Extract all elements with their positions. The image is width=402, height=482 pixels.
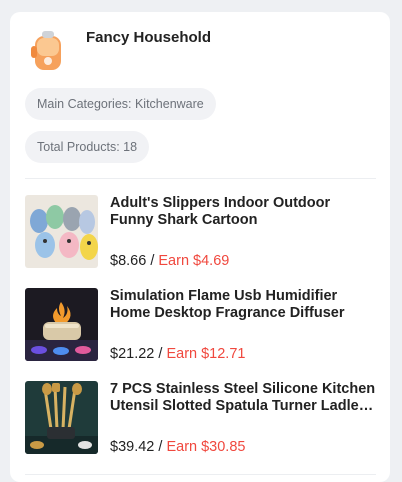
product-earn: Earn $12.71 xyxy=(166,346,246,362)
product-item[interactable]: Adult's Slippers Indoor Outdoor Funny Sh… xyxy=(25,195,376,270)
product-title[interactable]: 7 PCS Stainless Steel Silicone Kitchen U… xyxy=(110,381,376,415)
shop-name: Fancy Household xyxy=(86,29,212,46)
humidifier-logo-icon xyxy=(31,31,61,70)
price-separator: / xyxy=(154,346,167,362)
product-thumbnail[interactable] xyxy=(25,195,98,268)
total-products-badge: Total Products: 18 xyxy=(25,131,150,163)
product-item[interactable]: 7 PCS Stainless Steel Silicone Kitchen U… xyxy=(25,381,376,456)
price-separator: / xyxy=(146,253,159,269)
product-earn: Earn $30.85 xyxy=(166,439,246,455)
price-line: $39.42 / Earn $30.85 xyxy=(110,438,376,456)
product-price: $8.66 xyxy=(110,253,147,269)
product-thumbnail[interactable] xyxy=(25,288,98,361)
product-thumbnail[interactable] xyxy=(25,381,98,454)
slippers-image-icon xyxy=(25,195,98,268)
price-separator: / xyxy=(154,439,167,455)
shop-header[interactable]: Fancy Household xyxy=(25,26,376,88)
utensil-set-image-icon xyxy=(25,381,98,454)
divider xyxy=(25,474,376,475)
product-earn: Earn $4.69 xyxy=(158,253,230,269)
humidifier-image-icon xyxy=(25,288,98,361)
product-title[interactable]: Simulation Flame Usb Humidifier Home Des… xyxy=(110,288,376,322)
shop-card: Fancy Household Main Categories: Kitchen… xyxy=(10,12,390,482)
divider xyxy=(25,178,376,179)
product-title[interactable]: Adult's Slippers Indoor Outdoor Funny Sh… xyxy=(110,195,376,229)
price-line: $21.22 / Earn $12.71 xyxy=(110,345,376,363)
product-price: $39.42 xyxy=(110,439,155,455)
product-price: $21.22 xyxy=(110,346,155,362)
product-item[interactable]: Simulation Flame Usb Humidifier Home Des… xyxy=(25,288,376,363)
main-categories-badge: Main Categories: Kitchenware xyxy=(25,88,216,120)
price-line: $8.66 / Earn $4.69 xyxy=(110,252,376,270)
